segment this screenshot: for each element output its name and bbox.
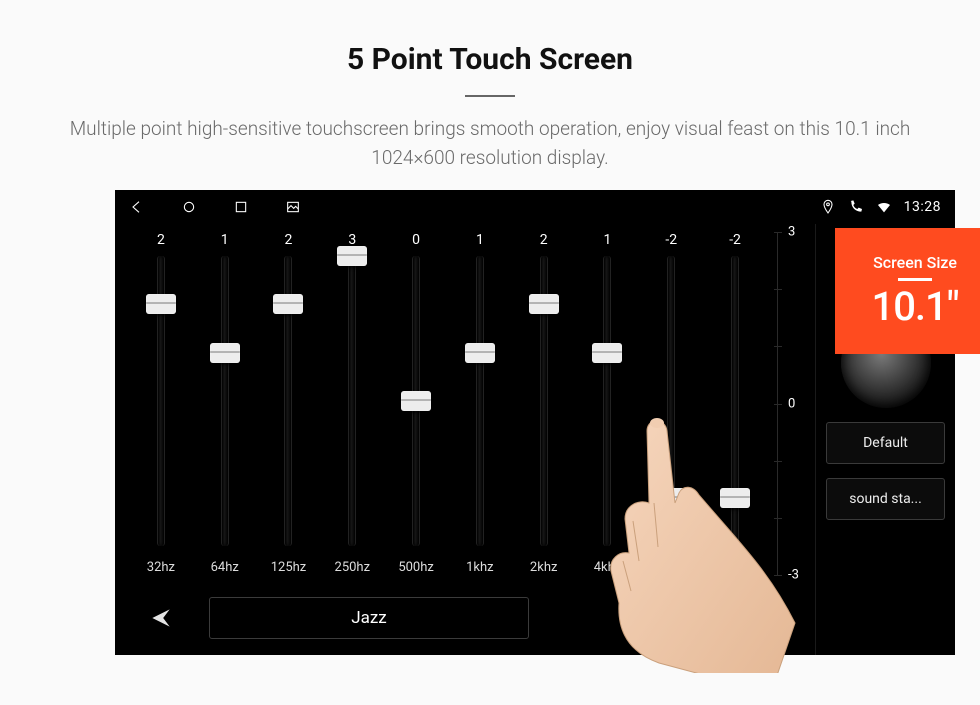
equalizer-scale: 30-3 [777, 232, 807, 575]
eq-slider-thumb[interactable] [465, 343, 495, 363]
preset-prev-button[interactable] [131, 598, 191, 638]
eq-band: 2 32hz [133, 232, 189, 575]
eq-slider-thumb[interactable] [337, 246, 367, 266]
equalizer-bands: 2 32hz 1 64hz 2 125hz 3250hz 0 500hz 1 1khz 2 2khz 1 4… [123, 232, 773, 575]
wifi-icon [876, 199, 892, 215]
eq-slider[interactable] [726, 256, 744, 546]
eq-band-value: -2 [665, 232, 677, 248]
eq-band: 2 125hz [261, 232, 317, 575]
eq-band-freq: 8khz [658, 560, 686, 575]
promo-subtitle: Multiple point high-sensitive touchscree… [55, 115, 925, 172]
recent-apps-icon[interactable] [233, 199, 249, 215]
eq-slider-thumb[interactable] [146, 294, 176, 314]
eq-band: 2 2khz [516, 232, 572, 575]
equalizer-panel: 232hz164hz2125hz3250hz0500hz11khz22khz14… [115, 224, 815, 655]
preset-button[interactable]: Jazz [209, 597, 529, 639]
eq-slider[interactable] [279, 256, 297, 546]
back-icon[interactable] [129, 199, 145, 215]
eq-slider-thumb[interactable] [720, 488, 750, 508]
eq-slider-thumb[interactable] [592, 343, 622, 363]
phone-icon [848, 199, 864, 215]
eq-band-value: 1 [476, 232, 484, 248]
eq-slider-thumb[interactable] [656, 488, 686, 508]
eq-band-freq: 250hz [335, 560, 371, 575]
callout-label: Screen Size [873, 253, 957, 272]
promo-title: 5 Point Touch Screen [0, 0, 980, 77]
eq-band-value: 2 [285, 232, 293, 248]
eq-band-freq: 16khz [718, 560, 753, 575]
eq-band-value: 2 [540, 232, 548, 248]
eq-band: -2 16khz [707, 232, 763, 575]
eq-slider-thumb[interactable] [529, 294, 559, 314]
eq-band-value: 0 [412, 232, 420, 248]
eq-scale-label: 3 [788, 225, 795, 240]
callout-value: 10.1″ [871, 283, 958, 330]
eq-band-freq: 500hz [398, 560, 434, 575]
eq-band: 1 1khz [452, 232, 508, 575]
preset-label: Jazz [351, 608, 387, 628]
promo-divider [465, 95, 515, 97]
default-button[interactable]: Default [826, 422, 945, 464]
eq-slider[interactable] [152, 256, 170, 546]
eq-band-freq: 64hz [211, 560, 239, 575]
eq-slider[interactable] [535, 256, 553, 546]
eq-band: 1 64hz [197, 232, 253, 575]
eq-band-value: -2 [729, 232, 741, 248]
eq-slider[interactable] [471, 256, 489, 546]
image-icon[interactable] [285, 199, 301, 215]
eq-band-freq: 4khz [594, 560, 622, 575]
eq-slider[interactable] [662, 256, 680, 546]
preset-row: Jazz [123, 591, 807, 645]
default-button-label: Default [863, 435, 908, 451]
eq-band-freq: 2khz [530, 560, 558, 575]
eq-band: 1 4khz [580, 232, 636, 575]
eq-scale-label: 0 [788, 396, 795, 411]
eq-slider[interactable] [216, 256, 234, 546]
eq-slider[interactable] [407, 256, 425, 546]
eq-band-value: 2 [157, 232, 165, 248]
eq-band-value: 1 [604, 232, 612, 248]
device-screen: 13:28 232hz164hz2125hz3250hz0500hz11khz2… [115, 190, 955, 655]
eq-band: -2 8khz [643, 232, 699, 575]
status-bar: 13:28 [115, 190, 955, 224]
eq-band: 3250hz [324, 232, 380, 575]
equalizer-grid: 2 32hz 1 64hz 2 125hz 3250hz 0 500hz 1 1khz 2 2khz 1 4… [123, 232, 807, 575]
clock-text: 13:28 [904, 199, 941, 215]
screen-size-callout: Screen Size 10.1″ [835, 228, 980, 354]
location-icon [820, 199, 836, 215]
eq-slider-thumb[interactable] [401, 391, 431, 411]
sound-stage-button[interactable]: sound sta... [826, 478, 945, 520]
eq-band-freq: 125hz [271, 560, 307, 575]
device-stage: 13:28 232hz164hz2125hz3250hz0500hz11khz2… [115, 190, 955, 655]
home-icon[interactable] [181, 199, 197, 215]
eq-band: 0 500hz [388, 232, 444, 575]
callout-divider [898, 278, 932, 281]
sound-stage-button-label: sound sta... [849, 491, 922, 507]
eq-slider-thumb[interactable] [273, 294, 303, 314]
eq-slider-thumb[interactable] [210, 343, 240, 363]
eq-band-value: 1 [221, 232, 229, 248]
eq-slider[interactable] [343, 256, 361, 546]
eq-slider[interactable] [598, 256, 616, 546]
eq-band-freq: 32hz [147, 560, 175, 575]
eq-band-freq: 1khz [466, 560, 494, 575]
eq-scale-label: -3 [788, 568, 799, 583]
